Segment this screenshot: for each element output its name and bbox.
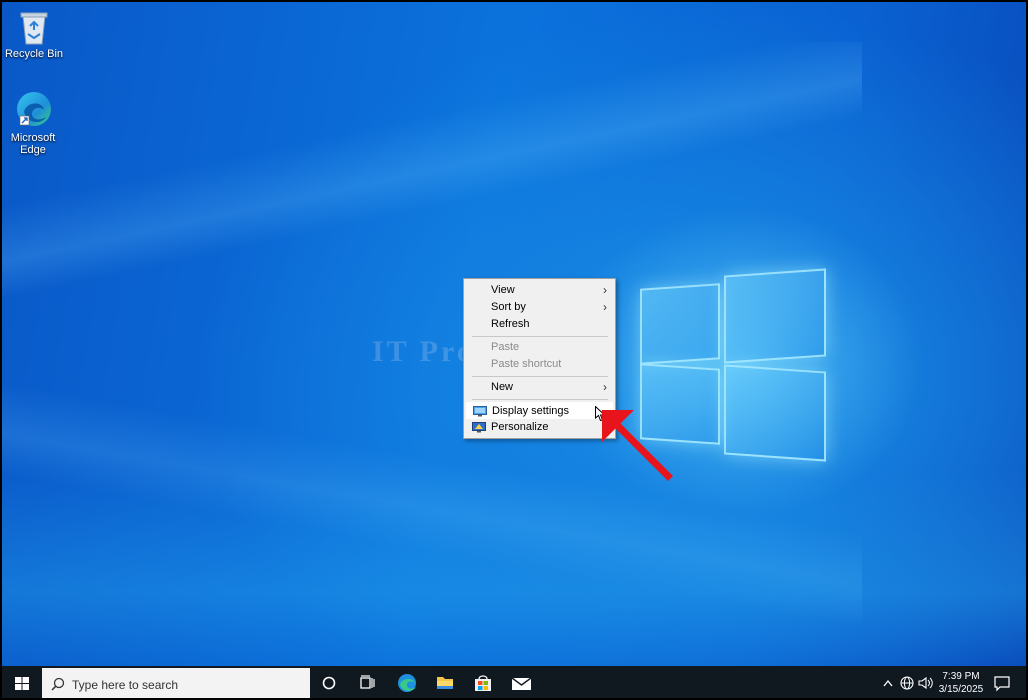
store-icon (475, 675, 491, 691)
menu-separator (472, 336, 608, 337)
wallpaper-light-beam (2, 42, 862, 302)
menu-item-paste[interactable]: Paste (466, 339, 613, 356)
tray-network[interactable] (898, 666, 916, 698)
chevron-right-icon: › (603, 300, 607, 314)
taskbar-search-box[interactable]: Type here to search (42, 668, 310, 698)
cortana-icon (322, 676, 336, 690)
taskbar-clock[interactable]: 7:39 PM 3/15/2025 (932, 670, 990, 696)
taskbar-store-button[interactable] (464, 666, 502, 698)
menu-item-label: Refresh (491, 318, 530, 330)
personalize-icon (472, 422, 486, 433)
desktop-context-menu: View › Sort by › Refresh Paste Paste sho… (463, 278, 616, 439)
desktop-icon-label: Recycle Bin (4, 48, 64, 60)
task-view-button[interactable] (348, 666, 386, 698)
annotation-arrow-icon (598, 406, 674, 487)
desktop-icon-label: Microsoft Edge (10, 132, 56, 156)
menu-item-label: Personalize (491, 421, 549, 433)
menu-separator (472, 376, 608, 377)
menu-item-refresh[interactable]: Refresh (466, 316, 613, 333)
search-icon (51, 677, 65, 691)
menu-item-display-settings[interactable]: Display settings (466, 402, 613, 419)
menu-item-label: Display settings (492, 405, 570, 417)
menu-item-view[interactable]: View › (466, 282, 613, 299)
wallpaper-glow (2, 472, 1026, 666)
task-view-icon (360, 675, 375, 689)
chevron-up-icon (883, 679, 893, 687)
menu-item-paste-shortcut[interactable]: Paste shortcut (466, 356, 613, 373)
notification-icon (994, 676, 1010, 692)
folder-icon (437, 677, 453, 689)
edge-icon (14, 90, 52, 128)
mail-icon (511, 677, 532, 690)
taskbar-edge-button[interactable] (388, 666, 426, 698)
desktop-icon-microsoft-edge[interactable]: Microsoft Edge (3, 90, 63, 156)
action-center-button[interactable] (990, 666, 1014, 698)
menu-item-personalize[interactable]: Personalize (466, 419, 613, 436)
chevron-right-icon: › (603, 380, 607, 394)
chevron-right-icon: › (603, 283, 607, 297)
cortana-button[interactable] (310, 666, 348, 698)
clock-time: 7:39 PM (942, 671, 980, 682)
menu-item-label: View (491, 284, 515, 296)
windows-start-icon (15, 677, 29, 690)
menu-separator (472, 399, 608, 400)
taskbar-mail-button[interactable] (502, 666, 540, 698)
menu-item-label: Sort by (491, 301, 526, 313)
screen-frame: IT Pro HUB Recycle Bin (0, 0, 1028, 700)
taskbar: Type here to search 7:39 PM 3/15/2025 (2, 666, 1026, 698)
desktop[interactable]: IT Pro HUB Recycle Bin (2, 2, 1026, 666)
menu-item-sort-by[interactable]: Sort by › (466, 299, 613, 316)
monitor-icon (473, 406, 487, 417)
tray-show-hidden-icons[interactable] (880, 666, 896, 698)
globe-network-icon (900, 676, 914, 690)
edge-icon (398, 674, 416, 692)
menu-item-new[interactable]: New › (466, 379, 613, 396)
menu-item-label: New (491, 381, 514, 393)
menu-item-label: Paste shortcut (491, 358, 562, 370)
recycle-bin-icon (17, 10, 51, 45)
start-button[interactable] (2, 666, 42, 698)
clock-date: 3/15/2025 (938, 684, 984, 695)
search-placeholder: Type here to search (72, 678, 179, 692)
desktop-icon-recycle-bin[interactable]: Recycle Bin (4, 10, 64, 60)
menu-item-label: Paste (491, 341, 520, 353)
taskbar-file-explorer-button[interactable] (426, 666, 464, 698)
